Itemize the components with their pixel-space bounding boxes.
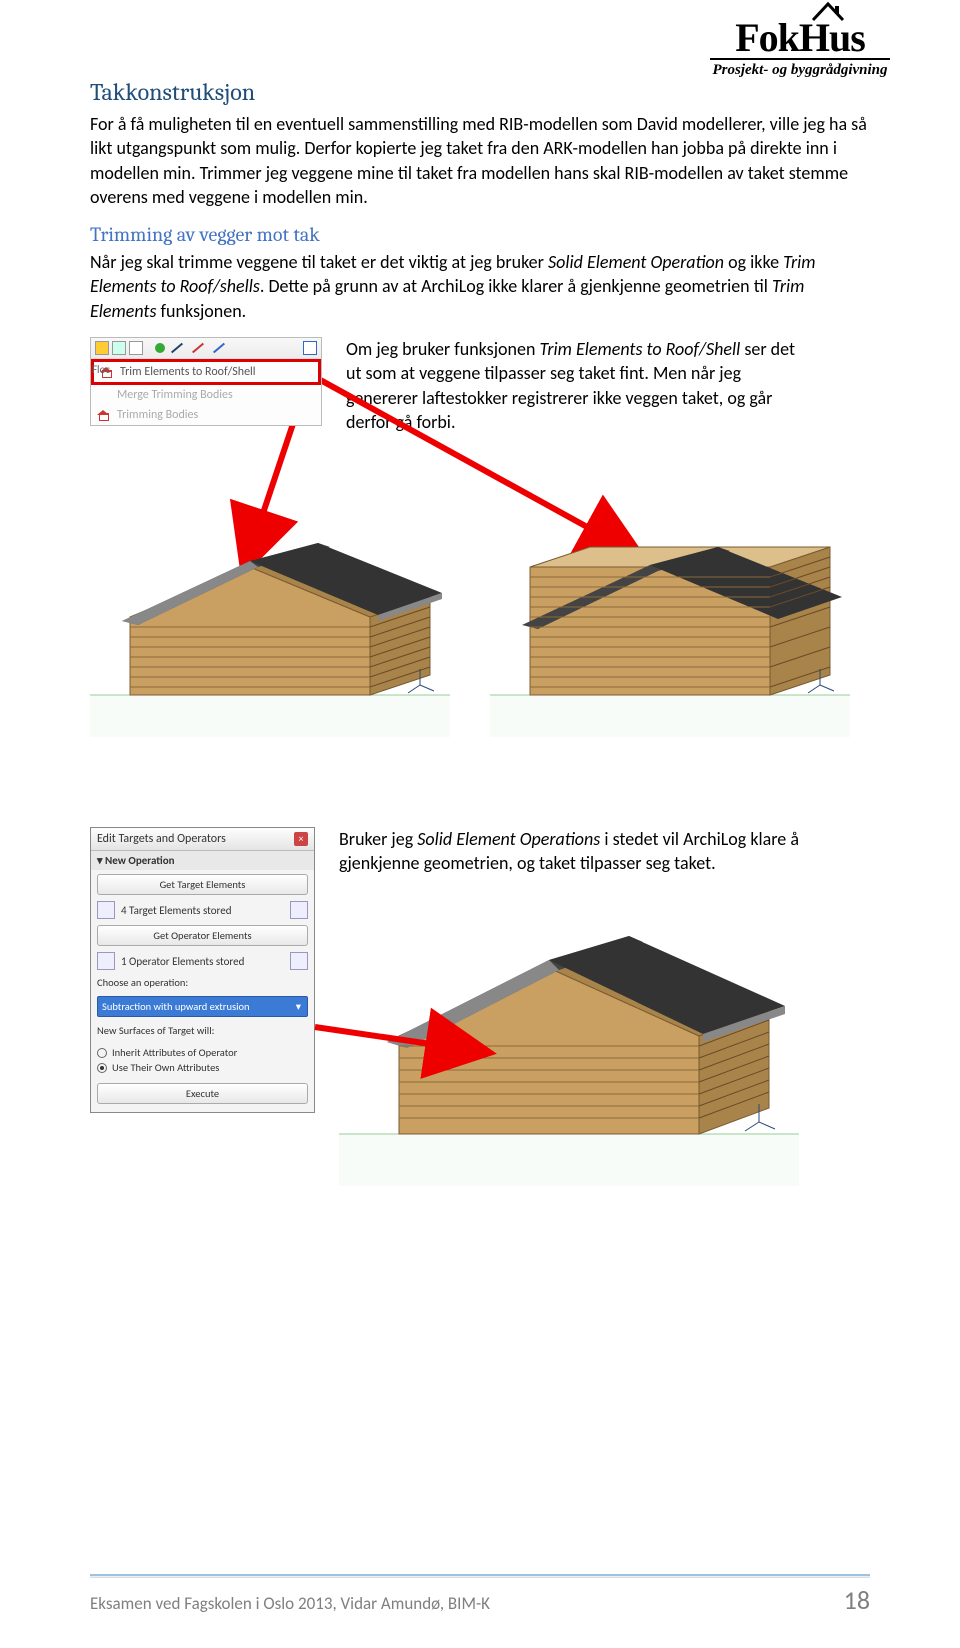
brand-logo: FokHus Prosjekt- og byggrådgivning — [710, 18, 890, 79]
merge-icon — [97, 388, 111, 402]
operation-selected-text: Subtraction with upward extrusion — [102, 1000, 250, 1013]
floor-label: Floc — [92, 363, 110, 376]
house-render-solid-op — [339, 896, 799, 1186]
heading-trimming: Trimming av vegger mot tak — [90, 223, 870, 246]
menu-item-label: Trimming Bodies — [117, 408, 198, 422]
house-render-untrimmed — [490, 507, 850, 737]
para-side-2: Bruker jeg Solid Element Operations i st… — [339, 827, 870, 876]
menu-toolbar — [91, 338, 321, 359]
radio-inherit[interactable]: Inherit Attributes of Operator — [97, 1045, 308, 1060]
page-number: 18 — [844, 1584, 870, 1616]
roof-icon — [97, 408, 111, 422]
para-takkonstruksjon: For å få muligheten til en eventuell sam… — [90, 112, 870, 209]
operator-status-text: 1 Operator Elements stored — [121, 955, 284, 968]
surfaces-label: New Surfaces of Target will: — [91, 1020, 314, 1041]
menu-item-trim-to-roof[interactable]: Trim Elements to Roof/Shell — [91, 359, 321, 385]
target-icon — [97, 901, 115, 919]
radio-own[interactable]: Use Their Own Attributes — [97, 1060, 308, 1075]
logo-subtitle: Prosjekt- og byggrådgivning — [710, 58, 890, 79]
menu-item-trimming-bodies[interactable]: Trimming Bodies — [91, 405, 321, 425]
page-footer: Eksamen ved Fagskolen i Oslo 2013, Vidar… — [90, 1574, 870, 1616]
execute-button[interactable]: Execute — [97, 1083, 308, 1104]
operation-select[interactable]: Subtraction with upward extrusion — [97, 996, 308, 1017]
get-target-button[interactable]: Get Target Elements — [97, 874, 308, 895]
menu-item-label: Trim Elements to Roof/Shell — [120, 365, 256, 379]
solid-operations-dialog: Edit Targets and Operators × ▾ New Opera… — [90, 827, 315, 1113]
footer-text: Eksamen ved Fagskolen i Oslo 2013, Vidar… — [90, 1593, 490, 1614]
target-status-row: 4 Target Elements stored — [91, 899, 314, 921]
target-status-text: 4 Target Elements stored — [121, 904, 284, 917]
heading-takkonstruksjon: Takkonstruksjon — [90, 78, 870, 106]
dialog-section-new-operation: ▾ New Operation — [91, 851, 314, 870]
figure-group-2: Edit Targets and Operators × ▾ New Opera… — [90, 827, 870, 1217]
logo-text: FokHus — [735, 15, 865, 60]
menu-item-label: Merge Trimming Bodies — [117, 388, 233, 402]
context-menu-screenshot: Trim Elements to Roof/Shell Merge Trimmi… — [90, 337, 322, 426]
store-icon[interactable] — [290, 952, 308, 970]
house-roof-icon — [811, 0, 845, 22]
operator-icon — [97, 952, 115, 970]
store-icon[interactable] — [290, 901, 308, 919]
dialog-titlebar: Edit Targets and Operators × — [91, 828, 314, 851]
get-operator-button[interactable]: Get Operator Elements — [97, 925, 308, 946]
operator-status-row: 1 Operator Elements stored — [91, 950, 314, 972]
dialog-title-text: Edit Targets and Operators — [97, 832, 226, 846]
para-trimming: Når jeg skal trimme veggene til taket er… — [90, 250, 870, 323]
para-side-1: Om jeg bruker funksjonen Trim Elements t… — [346, 337, 806, 434]
choose-operation-label: Choose an operation: — [91, 972, 314, 993]
menu-item-merge-bodies[interactable]: Merge Trimming Bodies — [91, 385, 321, 405]
house-render-trimmed — [90, 507, 450, 737]
figure-group-1: Trim Elements to Roof/Shell Merge Trimmi… — [90, 337, 870, 757]
close-icon[interactable]: × — [294, 832, 308, 846]
